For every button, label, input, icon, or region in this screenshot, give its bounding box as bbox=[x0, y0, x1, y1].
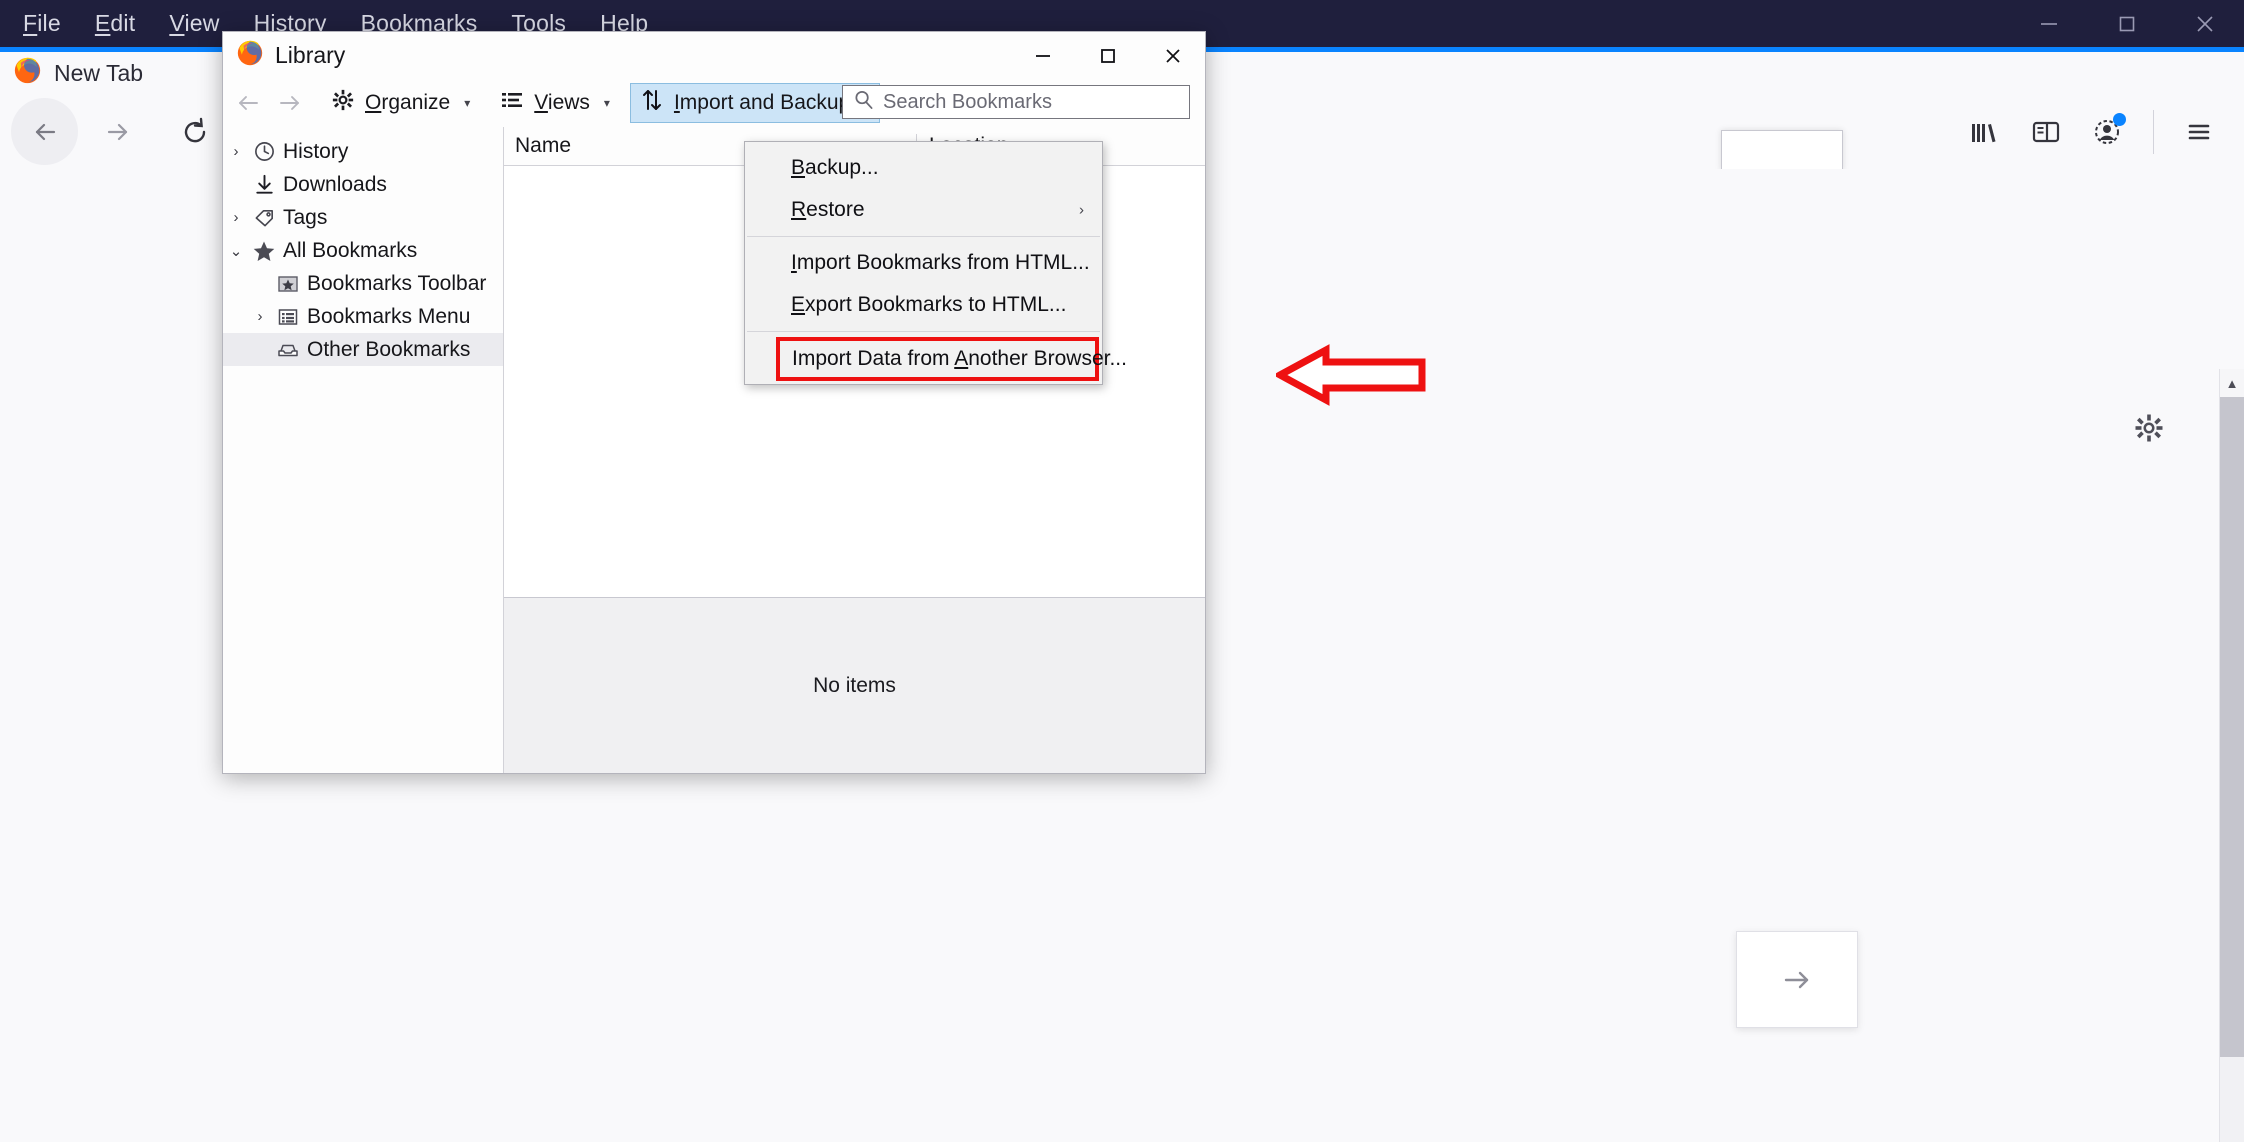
menu-item-restore-label: Restore bbox=[791, 198, 865, 221]
toolbar-divider bbox=[2153, 109, 2154, 154]
import-export-arrows-icon bbox=[640, 87, 664, 119]
bookmarks-toolbar-icon bbox=[273, 272, 303, 296]
menu-item-restore[interactable]: Restore › bbox=[745, 189, 1102, 231]
menu-item-import-data-another-browser-label: Import Data from Another Browser... bbox=[792, 347, 1127, 370]
sidebar-label-bookmarks-menu: Bookmarks Menu bbox=[307, 304, 471, 328]
organize-label: Organize bbox=[365, 91, 451, 114]
library-window: Library Organize ▾ Views ▾ Import and Ba… bbox=[222, 31, 1206, 774]
chevron-down-icon: ▾ bbox=[464, 96, 471, 110]
newtab-tile[interactable] bbox=[1736, 931, 1858, 1028]
sidebar-label-bookmarks-toolbar: Bookmarks Toolbar bbox=[307, 271, 487, 295]
gear-icon bbox=[331, 88, 355, 118]
bookmarks-menu-icon bbox=[273, 305, 303, 329]
account-avatar-icon[interactable] bbox=[2077, 101, 2139, 163]
back-arrow-icon[interactable] bbox=[11, 98, 78, 165]
menu-item-export-bookmarks-html-label: Export Bookmarks to HTML... bbox=[791, 293, 1067, 316]
library-maximize-icon[interactable] bbox=[1075, 32, 1140, 79]
search-bookmarks-field[interactable]: Search Bookmarks bbox=[842, 85, 1190, 119]
library-toolbar: Organize ▾ Views ▾ Import and Backup Sea… bbox=[223, 79, 1205, 127]
sidebar-label-other-bookmarks: Other Bookmarks bbox=[307, 337, 471, 361]
search-icon bbox=[853, 89, 874, 115]
firefox-logo-icon bbox=[14, 57, 41, 89]
library-sidebar-tree: › History Downloads › Tags ⌄ All Bookmar… bbox=[223, 127, 504, 773]
chevron-down-icon: ▾ bbox=[603, 96, 610, 110]
import-and-backup-dropdown-menu: Backup... Restore › Import Bookmarks fro… bbox=[744, 141, 1127, 385]
library-forward-arrow-icon[interactable] bbox=[269, 84, 311, 122]
main-window-controls bbox=[2010, 0, 2244, 47]
chevron-right-icon[interactable]: › bbox=[223, 209, 249, 226]
sidebar-item-bookmarks-menu[interactable]: › Bookmarks Menu bbox=[223, 300, 503, 333]
menu-edit[interactable]: Edit bbox=[78, 10, 152, 37]
main-close-icon[interactable] bbox=[2166, 0, 2244, 47]
sidebar-label-history: History bbox=[283, 139, 349, 163]
menu-edit-rest: dit bbox=[110, 10, 136, 36]
sidebar-panel-icon[interactable] bbox=[2015, 101, 2077, 163]
sidebar-label-all-bookmarks: All Bookmarks bbox=[283, 238, 418, 262]
library-minimize-icon[interactable] bbox=[1010, 32, 1075, 79]
menu-item-import-data-another-browser[interactable]: Import Data from Another Browser... bbox=[776, 337, 1127, 381]
other-bookmarks-tray-icon bbox=[273, 338, 303, 362]
main-minimize-icon[interactable] bbox=[2010, 0, 2088, 47]
tab-new-tab[interactable]: New Tab bbox=[0, 52, 143, 94]
sidebar-label-downloads: Downloads bbox=[283, 172, 387, 196]
scrollbar-thumb[interactable] bbox=[2220, 397, 2244, 1057]
search-placeholder: Search Bookmarks bbox=[883, 90, 1052, 113]
organize-button[interactable]: Organize ▾ bbox=[321, 84, 480, 122]
menu-item-import-bookmarks-html[interactable]: Import Bookmarks from HTML... bbox=[745, 242, 1102, 284]
sidebar-item-all-bookmarks[interactable]: ⌄ All Bookmarks bbox=[223, 234, 503, 267]
tag-icon bbox=[249, 206, 279, 229]
hamburger-menu-icon[interactable] bbox=[2168, 101, 2230, 163]
page-scrollbar[interactable]: ▲ ▼ bbox=[2219, 369, 2244, 1142]
forward-arrow-icon[interactable] bbox=[84, 98, 151, 165]
reload-icon[interactable] bbox=[161, 98, 228, 165]
main-maximize-icon[interactable] bbox=[2088, 0, 2166, 47]
menu-view-rest: iew bbox=[184, 10, 220, 36]
sidebar-item-downloads[interactable]: Downloads bbox=[223, 168, 503, 201]
chevron-right-icon[interactable]: › bbox=[247, 308, 273, 325]
screenshot-root: File Edit View History Bookmarks Tools H… bbox=[0, 0, 2244, 1142]
firefox-logo-icon bbox=[237, 40, 263, 71]
library-window-controls bbox=[1010, 32, 1205, 79]
tab-title: New Tab bbox=[54, 59, 144, 86]
account-notification-badge bbox=[2113, 112, 2126, 126]
address-bar-stub[interactable] bbox=[1721, 130, 1843, 171]
views-label: Views bbox=[534, 91, 590, 114]
sidebar-item-history[interactable]: › History bbox=[223, 135, 503, 168]
menu-separator bbox=[747, 236, 1100, 237]
sidebar-item-other-bookmarks[interactable]: Other Bookmarks bbox=[223, 333, 503, 366]
library-books-icon[interactable] bbox=[1953, 101, 2015, 163]
toolbar-right-icons bbox=[1953, 94, 2244, 169]
library-title-group: Library bbox=[223, 40, 345, 71]
detail-pane-message: No items bbox=[813, 673, 896, 697]
menu-item-import-bookmarks-html-label: Import Bookmarks from HTML... bbox=[791, 251, 1090, 274]
chevron-down-icon[interactable]: ⌄ bbox=[223, 242, 249, 260]
gear-icon[interactable] bbox=[2133, 412, 2165, 449]
menu-item-backup-label: Backup... bbox=[791, 156, 879, 179]
annotation-arrow-left-icon bbox=[1272, 344, 1426, 411]
sidebar-item-tags[interactable]: › Tags bbox=[223, 201, 503, 234]
sidebar-item-bookmarks-toolbar[interactable]: Bookmarks Toolbar bbox=[223, 267, 503, 300]
sidebar-label-tags: Tags bbox=[283, 205, 328, 229]
menu-file[interactable]: File bbox=[6, 10, 78, 37]
library-window-title: Library bbox=[275, 42, 346, 68]
detail-pane: No items bbox=[504, 598, 1205, 773]
library-titlebar: Library bbox=[223, 32, 1205, 79]
library-close-icon[interactable] bbox=[1140, 32, 1205, 79]
menu-item-export-bookmarks-html[interactable]: Export Bookmarks to HTML... bbox=[745, 284, 1102, 326]
menu-item-backup[interactable]: Backup... bbox=[745, 147, 1102, 189]
menu-separator bbox=[747, 331, 1100, 332]
scrollbar-up-arrow-icon[interactable]: ▲ bbox=[2220, 369, 2244, 397]
import-and-backup-label: Import and Backup bbox=[673, 91, 851, 114]
star-icon bbox=[249, 239, 279, 263]
library-back-arrow-icon[interactable] bbox=[227, 84, 269, 122]
chevron-right-icon: › bbox=[1079, 201, 1084, 219]
chevron-right-icon[interactable]: › bbox=[223, 143, 249, 160]
list-view-icon bbox=[500, 88, 524, 118]
menu-file-rest: ile bbox=[37, 10, 61, 36]
clock-icon bbox=[249, 140, 279, 163]
views-button[interactable]: Views ▾ bbox=[490, 84, 620, 122]
download-icon bbox=[249, 173, 279, 196]
